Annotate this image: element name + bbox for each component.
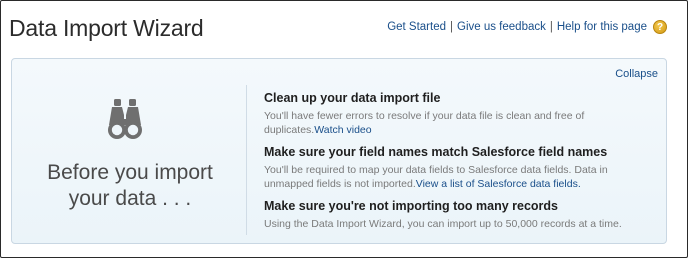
panel-intro: Before you import your data . . . bbox=[12, 59, 246, 245]
feedback-link[interactable]: Give us feedback bbox=[457, 21, 546, 33]
page-title: Data Import Wizard bbox=[9, 15, 204, 41]
tips-list: Clean up your data import file You'll ha… bbox=[264, 91, 659, 239]
tip-text: Using the Data Import Wizard, you can im… bbox=[264, 218, 622, 230]
tip-title: Clean up your data import file bbox=[264, 91, 441, 105]
heading-line-1: Before you import bbox=[47, 161, 213, 184]
watch-video-link[interactable]: Watch video bbox=[314, 124, 371, 136]
link-separator: | bbox=[549, 21, 553, 33]
tip-body: You'll have fewer errors to resolve if y… bbox=[264, 109, 659, 137]
tip-body: Using the Data Import Wizard, you can im… bbox=[264, 217, 659, 231]
tip-title: Make sure you're not importing too many … bbox=[264, 199, 559, 213]
panel-divider bbox=[246, 85, 247, 235]
tip-record-limit: Make sure you're not importing too many … bbox=[264, 199, 659, 231]
help-links: Get Started | Give us feedback | Help fo… bbox=[387, 20, 667, 34]
binoculars-icon bbox=[108, 99, 142, 139]
before-you-import-heading: Before you import your data . . . bbox=[30, 160, 230, 212]
salesforce-fields-link[interactable]: View a list of Salesforce data fields. bbox=[416, 178, 581, 190]
tip-text: You'll have fewer errors to resolve if y… bbox=[264, 110, 585, 136]
help-for-page-link[interactable]: Help for this page bbox=[557, 21, 647, 33]
get-started-link[interactable]: Get Started bbox=[387, 21, 446, 33]
tip-clean-up-file: Clean up your data import file You'll ha… bbox=[264, 91, 659, 137]
tip-field-names: Make sure your field names match Salesfo… bbox=[264, 145, 659, 191]
heading-line-2: your data . . . bbox=[68, 187, 192, 210]
collapse-link[interactable]: Collapse bbox=[615, 68, 658, 80]
help-icon[interactable]: ? bbox=[653, 20, 667, 34]
tip-body: You'll be required to map your data fiel… bbox=[264, 163, 659, 191]
link-separator: | bbox=[450, 21, 453, 33]
before-you-import-panel: Collapse Before you import your data . .… bbox=[11, 58, 667, 244]
window-frame: Data Import Wizard Get Started | Give us… bbox=[0, 0, 688, 258]
tip-title: Make sure your field names match Salesfo… bbox=[264, 145, 608, 159]
